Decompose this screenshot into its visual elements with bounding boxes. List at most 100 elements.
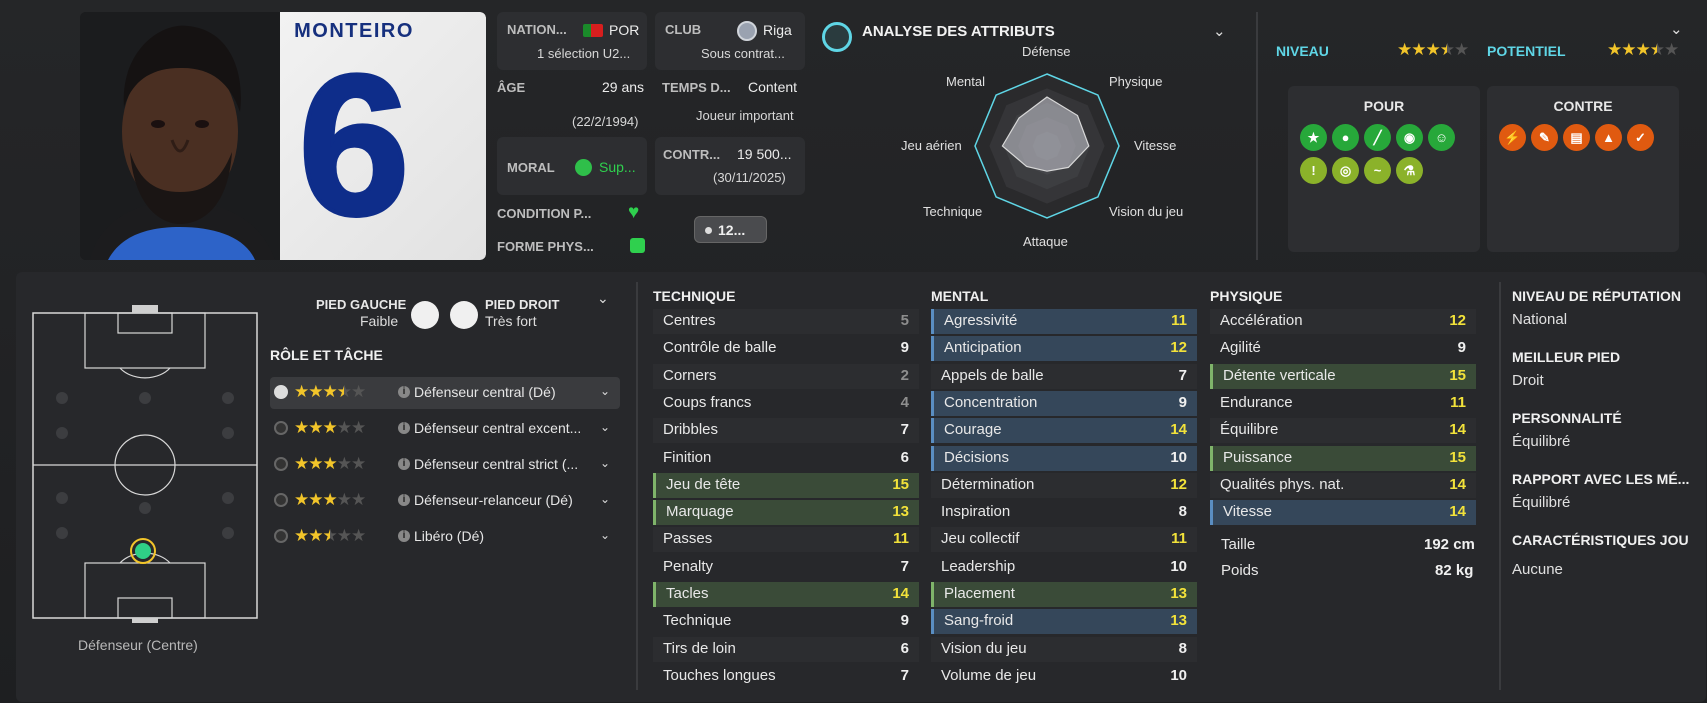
attribute-row[interactable]: Accélération 12 <box>1210 309 1476 334</box>
attribute-name: Détente verticale <box>1223 366 1336 384</box>
attribute-value: 7 <box>900 557 909 575</box>
attribute-row[interactable]: Tirs de loin 6 <box>653 636 919 662</box>
attribute-row[interactable]: Détermination 12 <box>931 472 1197 498</box>
attribute-row[interactable]: Vision du jeu 8 <box>931 636 1197 662</box>
attribute-row[interactable]: Détente verticale 15 <box>1210 363 1476 389</box>
feet-chevron-icon[interactable]: ⌄ <box>597 290 609 307</box>
height-label: Taille <box>1221 536 1256 553</box>
attribute-row[interactable]: Marquage 13 <box>653 500 919 526</box>
mental-icon[interactable]: ☺ <box>1428 124 1455 151</box>
attribute-name: Tirs de loin <box>663 639 736 657</box>
attribute-row[interactable]: Corners 2 <box>653 363 919 389</box>
attribute-value: 9 <box>900 612 909 630</box>
attribute-row[interactable]: Centres 5 <box>653 309 919 334</box>
attribute-row[interactable]: Courage 14 <box>931 418 1197 444</box>
role-row[interactable]: ★★★★★ i Défenseur central strict (... ⌄ <box>270 449 620 481</box>
info-icon[interactable]: i <box>398 494 410 506</box>
nation-box[interactable]: NATION... POR 1 sélection U2... <box>497 12 647 70</box>
role-stars: ★★★★★ <box>294 526 366 545</box>
chevron-down-icon[interactable]: ⌄ <box>600 420 610 434</box>
tackle-icon[interactable]: ╱ <box>1364 124 1391 151</box>
attribute-row[interactable]: Technique 9 <box>653 609 919 634</box>
flask-icon[interactable]: ⚗ <box>1396 157 1423 184</box>
attribute-row[interactable]: Placement 13 <box>931 582 1197 607</box>
role-radio[interactable] <box>274 385 288 399</box>
attribute-name: Vitesse <box>1223 503 1272 521</box>
role-radio[interactable] <box>274 493 288 507</box>
position-label: Défenseur (Centre) <box>78 637 198 653</box>
value-pill[interactable]: 12... <box>694 216 767 243</box>
pour-title: POUR <box>1363 98 1405 114</box>
chevron-down-icon[interactable]: ⌄ <box>600 456 610 470</box>
attribute-row[interactable]: Finition 6 <box>653 446 919 471</box>
attribute-row[interactable]: Décisions 10 <box>931 445 1197 471</box>
info-icon[interactable]: i <box>398 386 410 398</box>
attribute-value: 7 <box>1178 366 1187 384</box>
attribute-row[interactable]: Appels de balle 7 <box>931 363 1197 389</box>
attribute-row[interactable]: Dribbles 7 <box>653 418 919 444</box>
attribute-row[interactable]: Anticipation 12 <box>931 336 1197 362</box>
attribute-row[interactable]: Jeu de tête 15 <box>653 472 919 498</box>
chevron-down-icon[interactable]: ⌄ <box>600 492 610 506</box>
chevron-down-icon[interactable]: ⌄ <box>600 528 610 542</box>
attribute-row[interactable]: Équilibre 14 <box>1210 418 1476 444</box>
broken-leg-icon[interactable]: ⚡ <box>1499 124 1526 151</box>
exclamation-ball-icon[interactable]: ! <box>1300 157 1327 184</box>
star-icon[interactable]: ★ <box>1300 124 1327 151</box>
role-row[interactable]: ★★★★★ i Défenseur central excent... ⌄ <box>270 413 620 445</box>
attribute-value: 8 <box>1178 639 1187 657</box>
attribute-row[interactable]: Tacles 14 <box>653 582 919 607</box>
attribute-row[interactable]: Concentration 9 <box>931 390 1197 416</box>
attribute-name: Jeu de tête <box>666 475 741 493</box>
contract-box[interactable]: CONTR... 19 500... (30/11/2025) <box>655 137 805 195</box>
role-row[interactable]: ★★★★★ i Défenseur-relanceur (Dé) ⌄ <box>270 485 620 517</box>
attribute-row[interactable]: Vitesse 14 <box>1210 500 1476 526</box>
marking-icon[interactable]: ◉ <box>1396 124 1423 151</box>
attribute-row[interactable]: Passes 11 <box>653 527 919 553</box>
attribute-row[interactable]: Sang-froid 13 <box>931 609 1197 635</box>
role-radio[interactable] <box>274 457 288 471</box>
wave-icon[interactable]: ~ <box>1364 157 1391 184</box>
club-box[interactable]: CLUB Riga Sous contrat... <box>655 12 805 70</box>
attribute-value: 13 <box>892 503 909 521</box>
info-icon[interactable]: i <box>398 422 410 434</box>
ratings-chevron-icon[interactable]: ⌄ <box>1670 20 1683 38</box>
morale-box[interactable]: MORAL Sup... <box>497 137 647 195</box>
attribute-row[interactable]: Puissance 15 <box>1210 445 1476 471</box>
attribute-value: 12 <box>1170 339 1187 357</box>
attribute-row[interactable]: Agressivité 11 <box>931 309 1197 334</box>
header-icon[interactable]: ● <box>1332 124 1359 151</box>
attribute-row[interactable]: Qualités phys. nat. 14 <box>1210 472 1476 498</box>
value-pill-text: 12... <box>718 222 746 238</box>
attribute-row[interactable]: Inspiration 8 <box>931 500 1197 525</box>
attribute-row[interactable]: Coups francs 4 <box>653 391 919 416</box>
attribute-row[interactable]: Endurance 11 <box>1210 391 1476 416</box>
attribute-row[interactable]: Touches longues 7 <box>653 664 919 689</box>
attribute-row[interactable]: Contrôle de balle 9 <box>653 336 919 361</box>
role-row[interactable]: ★★★★★ i Libéro (Dé) ⌄ <box>270 521 620 553</box>
info-icon[interactable]: i <box>398 458 410 470</box>
potentiel-label: POTENTIEL <box>1487 43 1566 59</box>
target-icon[interactable]: ◎ <box>1332 157 1359 184</box>
radar-collapse-chevron-icon[interactable]: ⌄ <box>1213 22 1226 40</box>
cone-icon[interactable]: ▲ <box>1595 124 1622 151</box>
attribute-value: 6 <box>900 448 909 466</box>
info-icon[interactable]: i <box>398 530 410 542</box>
role-row[interactable]: ★★★★★ i Défenseur central (Dé) ⌄ <box>270 377 620 409</box>
attribute-row[interactable]: Jeu collectif 11 <box>931 527 1197 553</box>
document-icon[interactable]: ▤ <box>1563 124 1590 151</box>
reputation-label: NIVEAU DE RÉPUTATION <box>1512 288 1682 304</box>
player-profile-screen: MONTEIRO 6 NATION... POR 1 sélection U2.… <box>0 0 1707 703</box>
attribute-row[interactable]: Leadership 10 <box>931 555 1197 580</box>
attribute-row[interactable]: Penalty 7 <box>653 555 919 580</box>
role-radio[interactable] <box>274 529 288 543</box>
morale-label: MORAL <box>507 160 555 175</box>
attribute-row[interactable]: Agilité 9 <box>1210 336 1476 361</box>
attribute-row[interactable]: Volume de jeu 10 <box>931 664 1197 689</box>
niveau-stars: ★★★★★ <box>1397 40 1469 59</box>
chevron-down-icon[interactable]: ⌄ <box>600 384 610 398</box>
wrench-icon[interactable]: ✎ <box>1531 124 1558 151</box>
report-icon[interactable]: ✓ <box>1627 124 1654 151</box>
attribute-name: Vision du jeu <box>941 639 1027 657</box>
role-radio[interactable] <box>274 421 288 435</box>
